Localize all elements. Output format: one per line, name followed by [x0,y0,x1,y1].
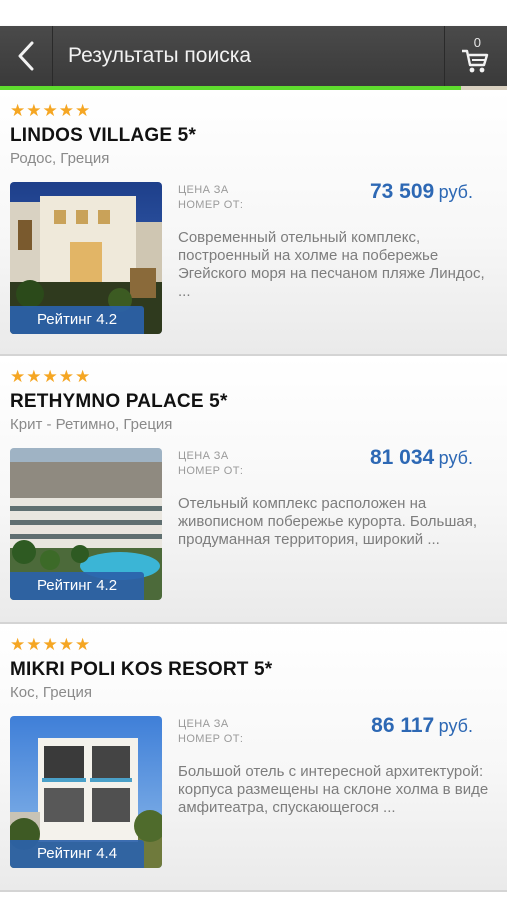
hotel-price: 73 509 руб. [370,180,473,204]
hotel-location: Крит - Ретимно, Греция [10,416,173,433]
star-rating: ★ ★ ★ ★ ★ [10,102,90,119]
rating-badge: Рейтинг 4.2 [10,306,144,334]
star-rating: ★ ★ ★ ★ ★ [10,368,90,385]
hotel-location: Родос, Греция [10,150,110,167]
results-list: ★ ★ ★ ★ ★ LINDOS VILLAGE 5* Родос, Греци… [0,90,507,892]
price-currency: руб. [438,182,473,202]
hotel-photo[interactable]: Рейтинг 4.2 [10,448,162,600]
hotel-name[interactable]: RETHYMNO PALACE 5* [10,391,228,413]
hotel-description: Современный отельный комплекс, построенн… [178,229,485,300]
star-rating: ★ ★ ★ ★ ★ [10,636,90,653]
hotel-photo[interactable]: Рейтинг 4.2 [10,182,162,334]
star-icon: ★ [10,367,26,386]
hotel-card[interactable]: ★ ★ ★ ★ ★ MIKRI POLI KOS RESORT 5* Кос, … [0,624,507,892]
hotel-description: Большой отель с интересной архитектурой:… [178,763,489,816]
price-label: ЦЕНА ЗА НОМЕР ОТ: [178,184,244,211]
hotel-location: Кос, Греция [10,684,92,701]
hotel-card[interactable]: ★ ★ ★ ★ ★ LINDOS VILLAGE 5* Родос, Греци… [0,90,507,356]
hotel-name[interactable]: MIKRI POLI KOS RESORT 5* [10,659,272,681]
hotel-name[interactable]: LINDOS VILLAGE 5* [10,125,196,147]
cart-icon [462,49,489,73]
price-label: ЦЕНА ЗА НОМЕР ОТ: [178,450,244,477]
star-icon: ★ [42,635,58,654]
hotel-photo[interactable]: Рейтинг 4.4 [10,716,162,868]
page-title: Результаты поиска [68,44,252,67]
status-bar [0,0,507,26]
star-icon: ★ [42,101,58,120]
star-icon: ★ [58,101,74,120]
star-icon: ★ [58,367,74,386]
hotel-description: Отельный комплекс расположен на живописн… [178,495,477,548]
star-icon: ★ [10,635,26,654]
star-icon: ★ [26,367,42,386]
price-currency: руб. [438,448,473,468]
app-header: Результаты поиска 0 [0,26,507,86]
hotel-price: 86 117 руб. [371,714,473,738]
star-icon: ★ [75,101,91,120]
star-icon: ★ [75,635,91,654]
hotel-card[interactable]: ★ ★ ★ ★ ★ RETHYMNO PALACE 5* Крит - Рети… [0,356,507,624]
price-value: 73 509 [369,180,435,203]
price-label: ЦЕНА ЗА НОМЕР ОТ: [178,718,244,745]
star-icon: ★ [26,635,42,654]
star-icon: ★ [26,101,42,120]
rating-badge: Рейтинг 4.4 [10,840,144,868]
chevron-left-icon [18,41,34,71]
star-icon: ★ [58,635,74,654]
price-value: 86 117 [371,714,435,737]
hotel-price: 81 034 руб. [370,446,473,470]
star-icon: ★ [75,367,91,386]
price-currency: руб. [438,716,473,736]
star-icon: ★ [10,101,26,120]
rating-badge: Рейтинг 4.2 [10,572,144,600]
price-value: 81 034 [369,446,435,469]
back-button[interactable] [0,26,53,86]
cart-button[interactable]: 0 [444,26,507,86]
star-icon: ★ [42,367,58,386]
